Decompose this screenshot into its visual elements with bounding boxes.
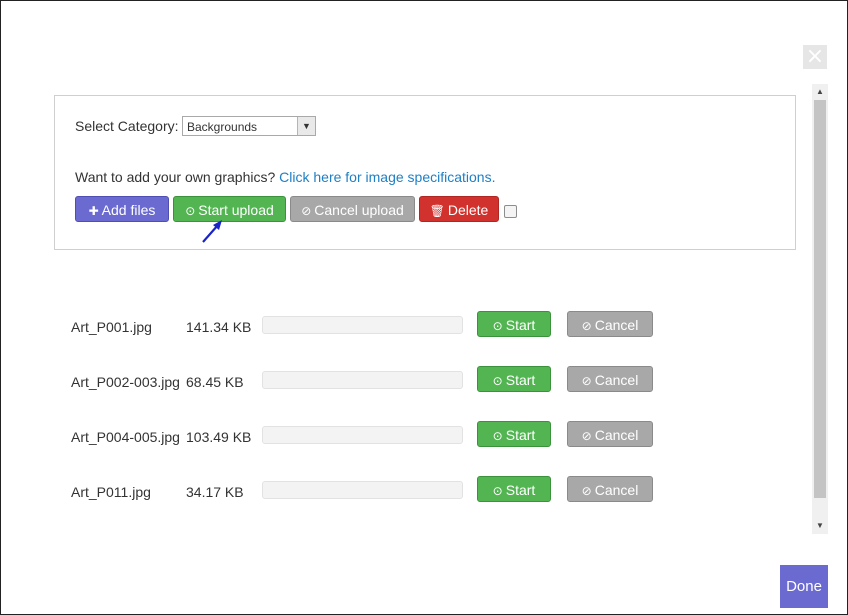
file-row: Art_P001.jpg 141.34 KB ⊙ Start ⊘ Cancel: [1, 311, 848, 342]
close-button[interactable]: ×: [803, 45, 827, 69]
file-name: Art_P011.jpg: [71, 484, 151, 500]
scroll-down-icon[interactable]: ▼: [812, 518, 828, 534]
vertical-scrollbar[interactable]: ▲ ▼: [812, 84, 828, 534]
start-label: Start: [505, 317, 536, 333]
cancel-button[interactable]: ⊘ Cancel: [567, 421, 653, 447]
start-button[interactable]: ⊙ Start: [477, 421, 551, 447]
cancel-button[interactable]: ⊘ Cancel: [567, 476, 653, 502]
start-upload-label: Start upload: [198, 202, 274, 218]
category-label: Select Category:: [75, 118, 179, 134]
upload-progress-bar: [262, 371, 463, 389]
file-size: 68.45 KB: [186, 374, 244, 390]
file-row: Art_P011.jpg 34.17 KB ⊙ Start ⊘ Cancel: [1, 476, 848, 507]
start-upload-button[interactable]: ⊙ Start upload: [173, 196, 286, 222]
cancel-label: Cancel: [594, 317, 639, 333]
ban-icon: ⊘: [581, 429, 592, 443]
start-button[interactable]: ⊙ Start: [477, 311, 551, 337]
ban-icon: ⊘: [581, 374, 592, 388]
file-row: Art_P004-005.jpg 103.49 KB ⊙ Start ⊘ Cance…: [1, 421, 848, 452]
file-name: Art_P001.jpg: [71, 319, 152, 335]
cancel-label: Cancel: [594, 427, 639, 443]
upload-circle-icon: ⊙: [185, 204, 196, 218]
close-icon: ×: [805, 44, 825, 69]
file-size: 141.34 KB: [186, 319, 252, 335]
cancel-upload-label: Cancel upload: [314, 202, 404, 218]
start-label: Start: [505, 372, 536, 388]
scroll-up-icon[interactable]: ▲: [812, 84, 828, 100]
file-row: Art_P002-003.jpg 68.45 KB ⊙ Start ⊘ Cancel: [1, 366, 848, 397]
specifications-prompt: Want to add your own graphics? Click her…: [75, 169, 495, 185]
file-name: Art_P002-003.jpg: [71, 374, 180, 390]
upload-circle-icon: ⊙: [492, 484, 503, 498]
cancel-button[interactable]: ⊘ Cancel: [567, 366, 653, 392]
trash-icon: 🗑: [429, 204, 445, 218]
ban-icon: ⊘: [581, 319, 592, 333]
chevron-down-icon: ▼: [297, 117, 315, 135]
add-files-button[interactable]: ✚ Add files: [75, 196, 169, 222]
select-all-checkbox[interactable]: [504, 205, 517, 218]
upload-progress-bar: [262, 426, 463, 444]
upload-panel: Select Category: Backgrounds ▼ Want to a…: [54, 95, 796, 250]
cancel-label: Cancel: [594, 372, 639, 388]
upload-circle-icon: ⊙: [492, 319, 503, 333]
upload-progress-bar: [262, 316, 463, 334]
delete-button[interactable]: 🗑 Delete: [419, 196, 499, 222]
cancel-button[interactable]: ⊘ Cancel: [567, 311, 653, 337]
ban-icon: ⊘: [581, 484, 592, 498]
want-text: Want to add your own graphics?: [75, 169, 276, 185]
ban-icon: ⊘: [301, 204, 312, 218]
category-value: Backgrounds: [187, 120, 258, 134]
scroll-thumb[interactable]: [814, 100, 826, 498]
start-label: Start: [505, 427, 536, 443]
start-button[interactable]: ⊙ Start: [477, 476, 551, 502]
annotation-arrow-icon: [202, 220, 222, 243]
upload-dialog: × Select Category: Backgrounds ▼ Want to…: [0, 0, 848, 615]
plus-icon: ✚: [88, 204, 99, 218]
file-size: 103.49 KB: [186, 429, 252, 445]
upload-circle-icon: ⊙: [492, 374, 503, 388]
category-select[interactable]: Backgrounds ▼: [182, 116, 316, 136]
start-button[interactable]: ⊙ Start: [477, 366, 551, 392]
done-button[interactable]: Done: [780, 565, 828, 608]
cancel-label: Cancel: [594, 482, 639, 498]
cancel-upload-button[interactable]: ⊘ Cancel upload: [290, 196, 415, 222]
file-name: Art_P004-005.jpg: [71, 429, 180, 445]
delete-label: Delete: [447, 202, 489, 218]
upload-circle-icon: ⊙: [492, 429, 503, 443]
start-label: Start: [505, 482, 536, 498]
upload-progress-bar: [262, 481, 463, 499]
image-specifications-link[interactable]: Click here for image specifications.: [279, 169, 495, 185]
file-size: 34.17 KB: [186, 484, 244, 500]
add-files-label: Add files: [101, 202, 156, 218]
